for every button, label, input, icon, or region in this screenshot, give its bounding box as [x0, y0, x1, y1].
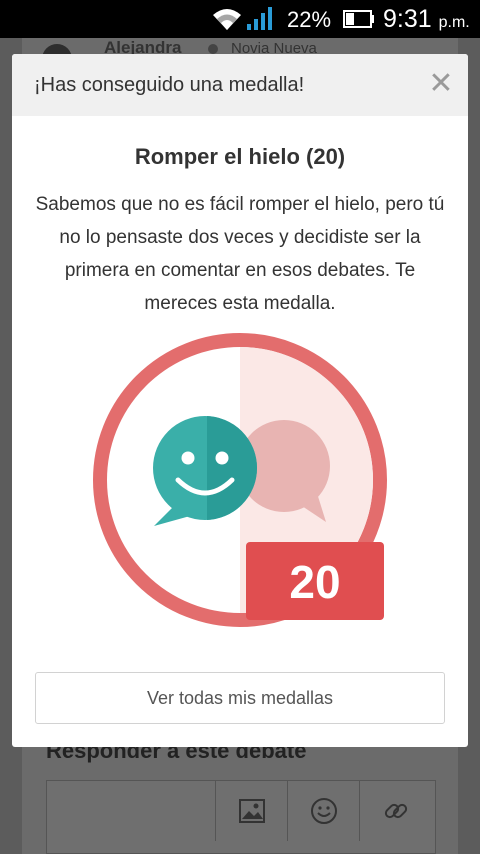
emoji-icon	[287, 781, 359, 841]
clock: 9:31 p.m.	[383, 5, 470, 34]
image-icon	[215, 781, 287, 841]
medal-name: Romper el hielo (20)	[134, 144, 346, 169]
battery-percent: 22%	[287, 7, 332, 32]
clock-ampm: p.m.	[438, 14, 470, 31]
wifi-icon	[213, 9, 241, 30]
status-bar: 22% 9:31 p.m.	[0, 0, 480, 38]
modal-header: ¡Has conseguido una medalla! ✕	[12, 54, 468, 116]
status-dot	[208, 44, 218, 54]
clock-time: 9:31	[383, 5, 432, 33]
close-icon[interactable]: ✕	[424, 68, 458, 102]
modal-title: ¡Has conseguido una medalla!	[34, 74, 305, 96]
medal-description: Sabemos que no es fácil romper el hielo,…	[35, 194, 445, 314]
medal-modal: ¡Has conseguido una medalla! ✕ Romper el…	[12, 54, 468, 747]
battery-icon	[343, 10, 374, 28]
medal-count: 20	[289, 556, 340, 608]
link-icon	[359, 781, 431, 841]
view-all-medals-button[interactable]: Ver todas mis medallas	[35, 672, 445, 724]
signal-icon	[247, 7, 272, 30]
reply-box	[46, 780, 436, 854]
medal-badge-image: 20	[93, 333, 387, 627]
